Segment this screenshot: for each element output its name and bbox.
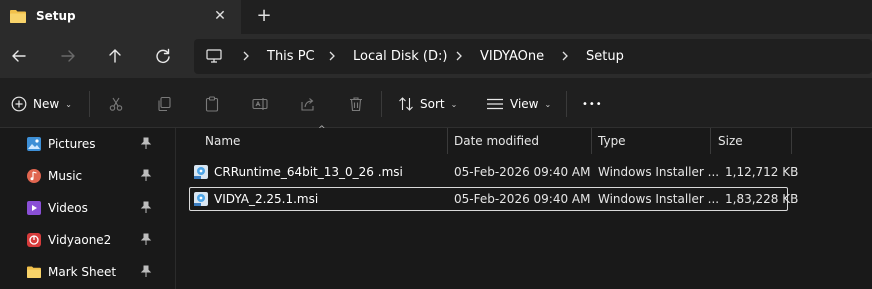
command-bar: New ⌄ Sort ⌄ View ⌄ ••• <box>0 78 872 128</box>
sort-button[interactable]: Sort ⌄ <box>398 94 457 114</box>
sidebar-item-videos[interactable]: Videos <box>0 195 176 221</box>
up-button[interactable] <box>104 45 126 67</box>
file-row[interactable]: CRRuntime_64bit_13_0_26 .msi 05-Feb-2026… <box>189 160 798 184</box>
chevron-down-icon: ⌄ <box>65 99 72 109</box>
forward-button[interactable] <box>57 45 79 67</box>
copy-button[interactable] <box>156 94 172 114</box>
sidebar-item-label: Videos <box>48 201 88 215</box>
arrow-right-icon <box>61 50 75 62</box>
paste-button[interactable] <box>204 94 220 114</box>
new-button[interactable]: New ⌄ <box>11 94 72 114</box>
breadcrumb-this-pc[interactable]: This PC <box>267 49 315 64</box>
sidebar-item-mark-sheet[interactable]: Mark Sheet <box>0 259 176 285</box>
share-icon <box>301 98 314 111</box>
sidebar-item-label: Pictures <box>48 137 96 151</box>
chevron-down-icon: ⌄ <box>450 99 458 109</box>
file-type: Windows Installer ... <box>598 192 720 206</box>
cut-button[interactable] <box>108 94 124 114</box>
delete-icon <box>350 97 362 112</box>
pictures-icon <box>27 137 41 151</box>
view-icon <box>487 98 503 110</box>
file-size: 1,83,228 KB <box>725 192 799 206</box>
arrow-left-icon <box>12 50 26 62</box>
chevron-right-icon <box>243 51 249 61</box>
file-date-modified: 05-Feb-2026 09:40 AM <box>454 192 591 206</box>
sidebar-item-label: Music <box>48 169 83 183</box>
column-header-type[interactable]: Type <box>592 128 711 154</box>
file-list: ^ Name Date modified Type Size CRRuntime… <box>177 125 872 289</box>
new-label: New <box>33 97 60 111</box>
sort-label: Sort <box>420 97 445 111</box>
sidebar-item-music[interactable]: Music <box>0 163 176 189</box>
column-header-label: Size <box>718 134 743 148</box>
view-label: View <box>510 97 539 111</box>
sort-ascending-icon: ^ <box>318 125 326 135</box>
folder-icon <box>10 10 26 23</box>
msi-file-icon <box>194 192 208 206</box>
breadcrumb-local-disk[interactable]: Local Disk (D:) <box>353 49 447 64</box>
pin-icon[interactable] <box>140 201 152 215</box>
videos-icon <box>27 201 41 215</box>
column-header-name[interactable]: ^ Name <box>177 125 448 154</box>
sidebar-item-label: Vidyaone2 <box>48 233 112 247</box>
pin-icon[interactable] <box>140 169 152 183</box>
app-icon <box>27 233 41 247</box>
music-icon <box>27 169 41 183</box>
refresh-button[interactable] <box>152 45 174 67</box>
new-icon <box>11 96 27 112</box>
column-header-label: Type <box>598 134 626 148</box>
address-bar[interactable]: This PC Local Disk (D:) VIDYAOne Setup <box>194 39 872 74</box>
sidebar-item-pictures[interactable]: Pictures <box>0 131 176 157</box>
column-header-date-modified[interactable]: Date modified <box>448 128 592 154</box>
this-pc-icon <box>206 49 222 63</box>
back-button[interactable] <box>8 45 30 67</box>
folder-icon <box>27 266 41 278</box>
column-header-size[interactable]: Size <box>711 128 792 154</box>
breadcrumb-setup[interactable]: Setup <box>586 49 624 64</box>
divider <box>381 91 382 117</box>
copy-icon <box>158 96 171 112</box>
tab-setup[interactable]: Setup ✕ <box>0 0 241 34</box>
file-row[interactable]: VIDYA_2.25.1.msi 05-Feb-2026 09:40 AM Wi… <box>189 187 798 211</box>
navigation-bar: This PC Local Disk (D:) VIDYAOne Setup <box>0 34 872 78</box>
chevron-down-icon: ⌄ <box>544 99 552 109</box>
file-name: CRRuntime_64bit_13_0_26 .msi <box>214 165 403 179</box>
more-options-button[interactable]: ••• <box>582 94 603 114</box>
tab-bar: Setup ✕ + <box>0 0 872 34</box>
delete-button[interactable] <box>348 94 364 114</box>
arrow-up-icon <box>109 49 121 63</box>
more-icon: ••• <box>582 98 603 110</box>
file-size: 1,12,712 KB <box>725 165 799 179</box>
cut-icon <box>109 97 123 111</box>
view-button[interactable]: View ⌄ <box>486 94 551 114</box>
sort-icon <box>399 97 413 111</box>
close-icon[interactable]: ✕ <box>212 6 228 26</box>
share-button[interactable] <box>300 94 316 114</box>
breadcrumb-vidyaone[interactable]: VIDYAOne <box>480 49 544 64</box>
tab-title: Setup <box>36 9 76 23</box>
paste-icon <box>205 96 219 112</box>
column-header-label: Date modified <box>454 134 540 148</box>
pin-icon[interactable] <box>140 265 152 279</box>
navigation-pane: Pictures Music Videos Vidyaone2 Mark She… <box>0 128 176 289</box>
divider <box>89 91 90 117</box>
rename-icon <box>252 98 268 110</box>
sidebar-item-vidyaone2[interactable]: Vidyaone2 <box>0 227 176 253</box>
msi-file-icon <box>194 165 208 179</box>
refresh-icon <box>156 48 170 63</box>
rename-button[interactable] <box>252 94 268 114</box>
divider <box>566 91 567 117</box>
pin-icon[interactable] <box>140 233 152 247</box>
chevron-right-icon <box>456 51 462 61</box>
new-tab-icon[interactable]: + <box>255 5 273 27</box>
chevron-right-icon <box>562 51 568 61</box>
sidebar-item-label: Mark Sheet <box>48 265 117 279</box>
chevron-right-icon <box>329 51 335 61</box>
file-name: VIDYA_2.25.1.msi <box>214 192 319 206</box>
file-type: Windows Installer ... <box>598 165 720 179</box>
file-date-modified: 05-Feb-2026 09:40 AM <box>454 165 591 179</box>
column-header-label: Name <box>205 134 241 148</box>
pin-icon[interactable] <box>140 137 152 151</box>
